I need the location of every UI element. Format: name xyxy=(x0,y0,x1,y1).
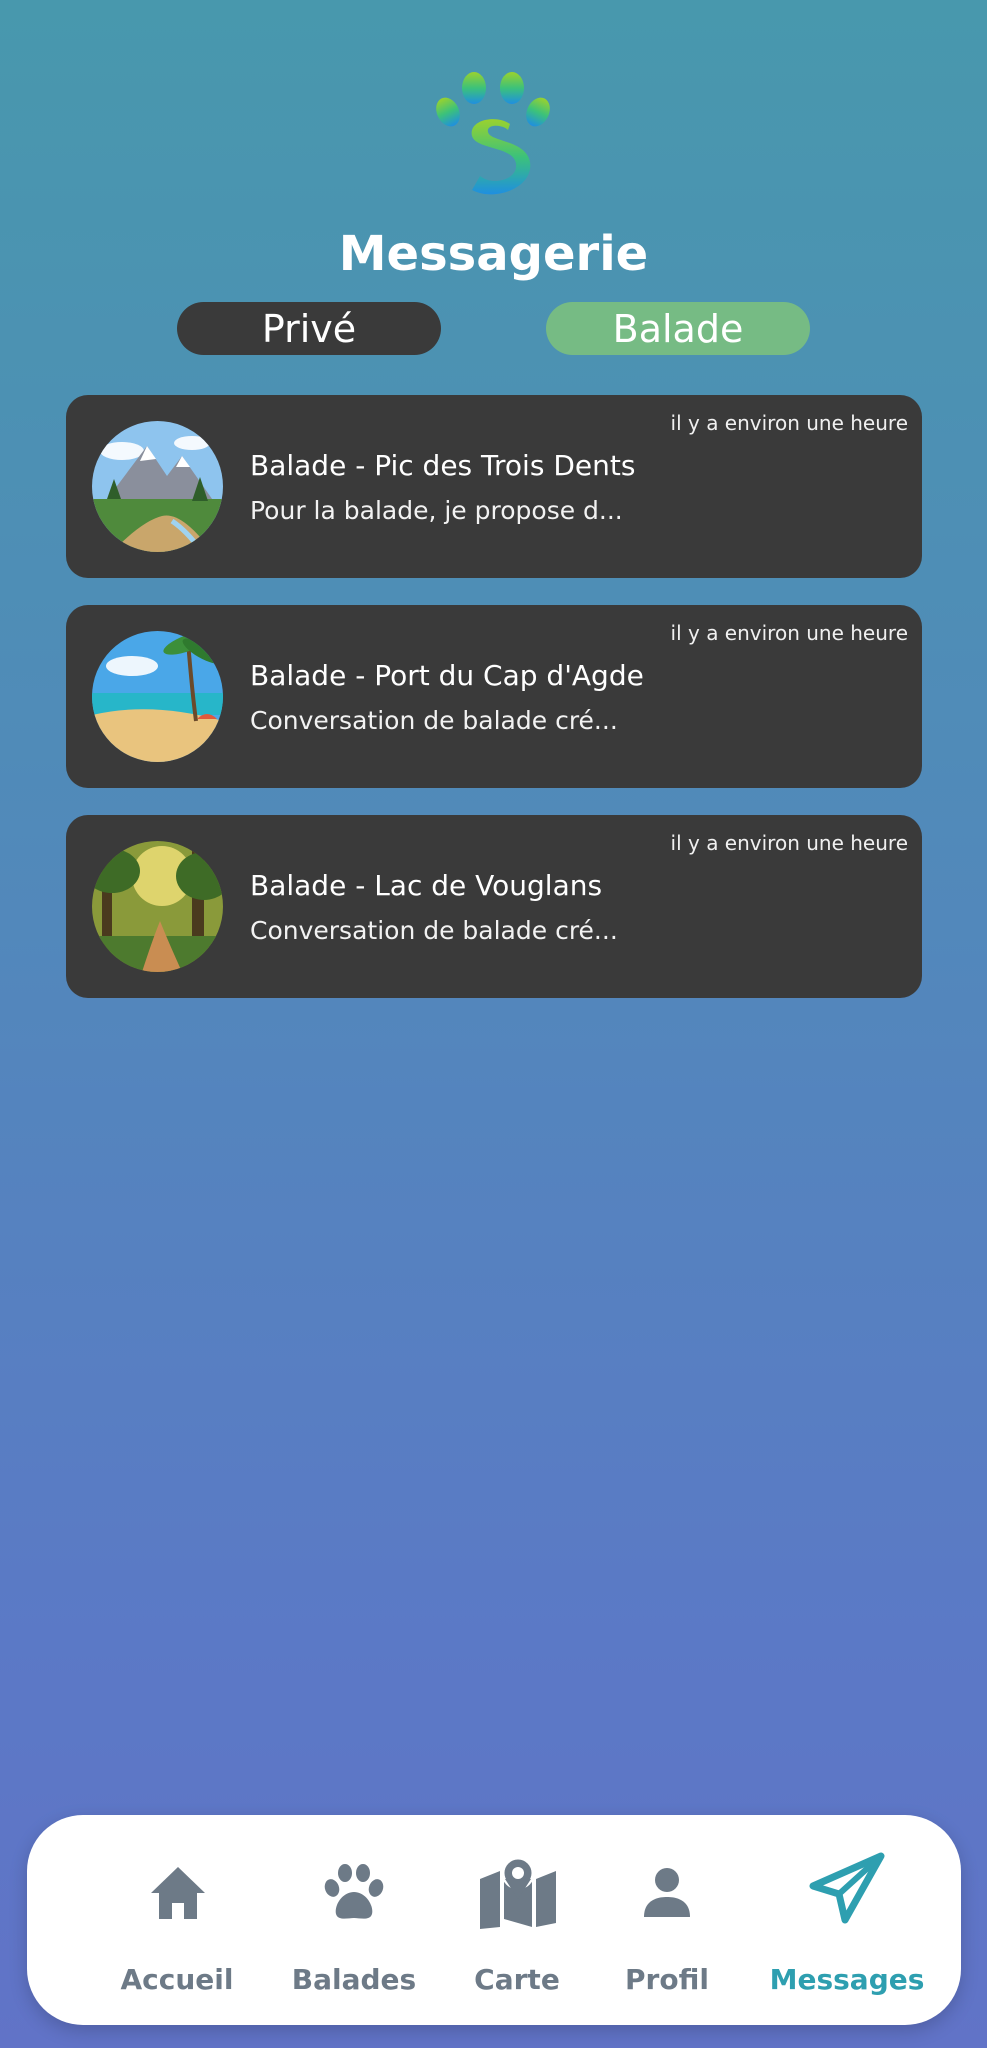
nav-messages-label: Messages xyxy=(769,1963,925,1996)
home-icon xyxy=(149,1860,207,1926)
nav-balades-label: Balades xyxy=(291,1963,417,1996)
bottom-navigation: Accueil Balades Carte Profil Messages xyxy=(27,1815,961,2025)
nav-accueil[interactable]: Accueil xyxy=(87,1815,267,2025)
conversation-item[interactable]: il y a environ une heure Balade - Lac de… xyxy=(66,815,922,998)
tab-balade[interactable]: Balade xyxy=(546,302,810,355)
page-title: Messagerie xyxy=(338,226,649,282)
conversation-name: Balade - Lac de Vouglans xyxy=(250,869,603,902)
nav-carte[interactable]: Carte xyxy=(432,1815,602,2025)
conversation-time: il y a environ une heure xyxy=(670,831,908,855)
nav-balades[interactable]: Balades xyxy=(264,1815,444,2025)
conversation-name: Balade - Port du Cap d'Agde xyxy=(250,659,644,692)
app-logo-paw-icon xyxy=(434,72,554,198)
nav-messages[interactable]: Messages xyxy=(747,1815,947,2025)
conversation-item[interactable]: il y a environ une heure Balade - Pic de… xyxy=(66,395,922,578)
tab-prive[interactable]: Privé xyxy=(177,302,441,355)
map-icon xyxy=(478,1857,558,1929)
conversation-thumbnail xyxy=(92,841,223,972)
paw-icon xyxy=(324,1860,384,1926)
conversation-item[interactable]: il y a environ une heure Balade - Port d… xyxy=(66,605,922,788)
nav-profil-label: Profil xyxy=(625,1963,709,1996)
conversation-thumbnail xyxy=(92,631,223,762)
tab-prive-label: Privé xyxy=(261,306,357,351)
conversation-preview: Pour la balade, je propose d... xyxy=(250,496,623,525)
conversation-preview: Conversation de balade cré... xyxy=(250,916,618,945)
conversation-name: Balade - Pic des Trois Dents xyxy=(250,449,636,482)
conversation-preview: Conversation de balade cré... xyxy=(250,706,618,735)
conversation-time: il y a environ une heure xyxy=(670,411,908,435)
nav-carte-label: Carte xyxy=(474,1963,560,1996)
tab-balade-label: Balade xyxy=(612,306,744,351)
send-icon xyxy=(809,1852,885,1924)
nav-accueil-label: Accueil xyxy=(120,1963,234,1996)
person-icon xyxy=(642,1860,692,1926)
conversation-time: il y a environ une heure xyxy=(670,621,908,645)
nav-profil[interactable]: Profil xyxy=(582,1815,752,2025)
conversation-thumbnail xyxy=(92,421,223,552)
